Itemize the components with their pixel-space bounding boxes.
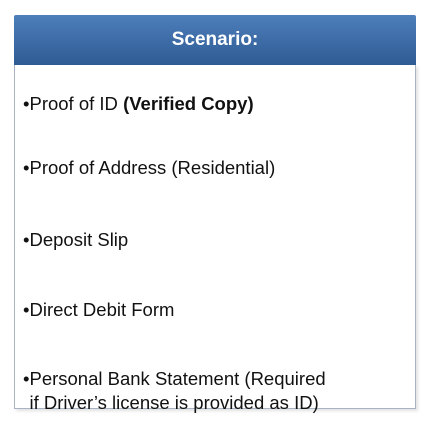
item-label: Proof of ID	[29, 93, 124, 114]
list-item-text: Deposit Slip	[29, 229, 129, 250]
list-item-deposit-slip: • Deposit Slip	[23, 228, 409, 252]
list-item-text: Direct Debit Form	[29, 299, 175, 320]
list-item-text: Personal Bank Statement (Required if Dri…	[29, 367, 409, 415]
list-item-text: Proof of ID (Verified Copy)	[29, 92, 409, 116]
list-item-direct-debit-form: • Direct Debit Form	[23, 298, 409, 322]
card-title: Scenario:	[171, 29, 259, 50]
list-item-proof-of-address: • Proof of Address (Residential)	[23, 156, 409, 180]
item-emphasis: (Verified Copy)	[123, 93, 254, 114]
item-line-2: if Driver’s license is provided as ID)	[29, 392, 319, 413]
scenario-card: Scenario: • Proof of ID (Verified Copy) …	[14, 15, 416, 413]
list-item-text: Proof of Address (Residential)	[29, 157, 276, 178]
list-item-proof-of-id: • Proof of ID (Verified Copy)	[23, 92, 409, 116]
item-line-1: Personal Bank Statement (Required	[29, 368, 326, 389]
card-header: Scenario:	[14, 15, 416, 65]
card-body: • Proof of ID (Verified Copy) • Proof of…	[14, 65, 416, 413]
list-item-bank-statement: • Personal Bank Statement (Required if D…	[23, 367, 409, 415]
